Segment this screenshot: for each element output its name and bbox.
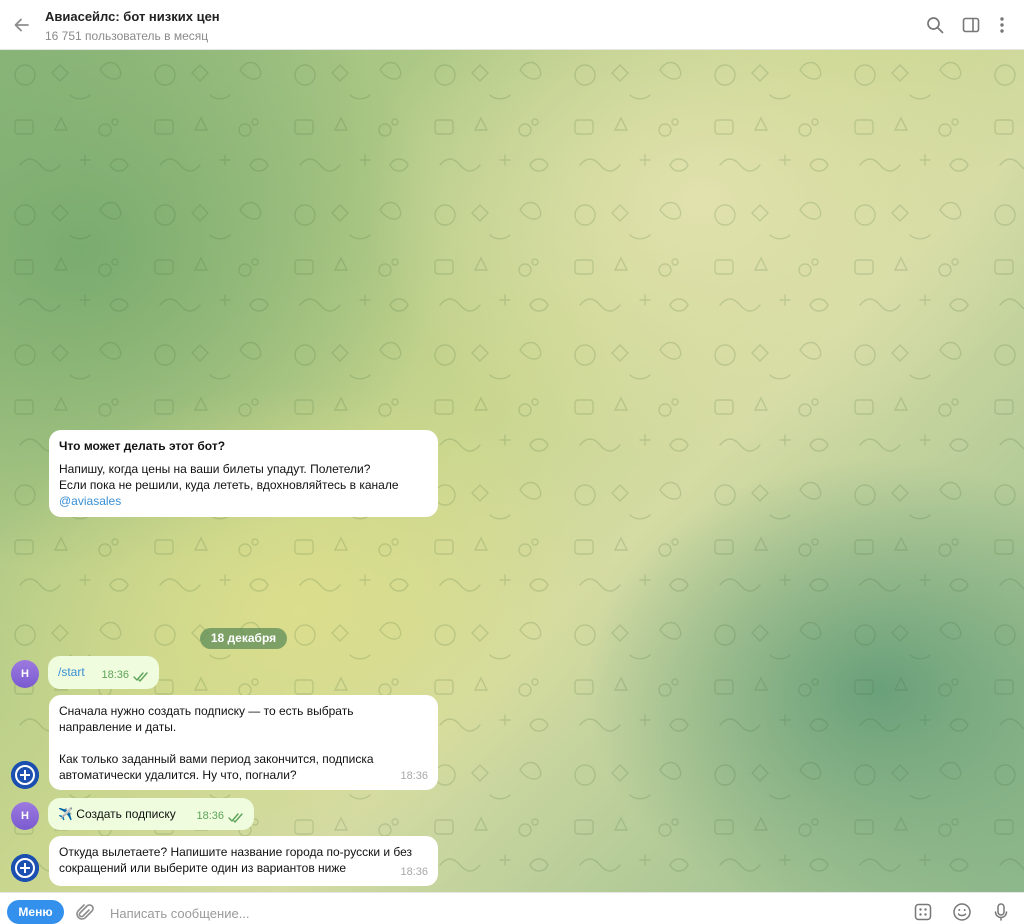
chat-header: Авиасейлс: бот низких цен 16 751 пользов… (0, 0, 1024, 50)
emoji-icon[interactable] (952, 902, 972, 922)
message-text-line: Откуда вылетаете? Напишите название горо… (59, 845, 413, 859)
message-input[interactable] (110, 903, 870, 923)
incoming-message: Откуда вылетаете? Напишите название горо… (49, 836, 438, 886)
message-composer: Меню (0, 892, 1024, 924)
message-text-line: Как только заданный вами период закончит… (59, 752, 374, 766)
message-text-line: автоматически удалится. Ну что, погнали? (59, 768, 297, 782)
message-text-line: Сначала нужно создать подписку — то есть… (59, 704, 354, 718)
microphone-icon[interactable] (991, 902, 1011, 922)
start-command[interactable]: /start (58, 665, 85, 679)
user-avatar[interactable]: Н (11, 802, 39, 830)
double-check-icon (133, 672, 148, 682)
message-time: 18:36 (196, 810, 224, 822)
bot-avatar[interactable] (11, 854, 39, 882)
back-arrow-icon[interactable] (12, 15, 32, 35)
sidebar-toggle-icon[interactable] (961, 15, 981, 35)
message-time: 18:36 (400, 770, 428, 782)
aviasales-logo-icon (11, 854, 39, 882)
more-vertical-icon[interactable] (992, 15, 1012, 35)
intro-line-1: Напишу, когда цены на ваши билеты упадут… (59, 462, 371, 476)
double-check-icon (228, 813, 243, 823)
attach-icon[interactable] (75, 903, 95, 923)
message-time: 18:36 (400, 866, 428, 878)
bot-avatar[interactable] (11, 761, 39, 789)
intro-question: Что может делать этот бот? (59, 439, 226, 453)
intro-line-2: Если пока не решили, куда лететь, вдохно… (59, 478, 399, 492)
date-separator[interactable]: 18 декабря (200, 628, 287, 649)
chat-area[interactable]: Что может делать этот бот? Напишу, когда… (0, 50, 1024, 892)
message-time: 18:36 (101, 669, 129, 681)
outgoing-message: /start 18:36 (48, 656, 159, 689)
bot-intro-card: Что может делать этот бот? Напишу, когда… (49, 430, 438, 517)
search-icon[interactable] (925, 15, 945, 35)
airplane-emoji-icon: ✈️ (58, 807, 73, 821)
message-text-line: направление и даты. (59, 720, 177, 734)
message-text-line: сокращений или выберите один из варианто… (59, 861, 347, 875)
user-avatar[interactable]: Н (11, 660, 39, 688)
outgoing-message: ✈️ Создать подписку 18:36 (48, 798, 254, 830)
incoming-message: Сначала нужно создать подписку — то есть… (49, 695, 438, 790)
chat-subtitle: 16 751 пользователь в месяц (45, 29, 209, 43)
commands-icon[interactable] (913, 902, 933, 922)
message-text: Создать подписку (76, 807, 176, 821)
menu-button[interactable]: Меню (7, 900, 64, 924)
channel-link[interactable]: @aviasales (59, 494, 121, 508)
chat-title[interactable]: Авиасейлс: бот низких цен (45, 9, 220, 24)
aviasales-logo-icon (11, 761, 39, 789)
